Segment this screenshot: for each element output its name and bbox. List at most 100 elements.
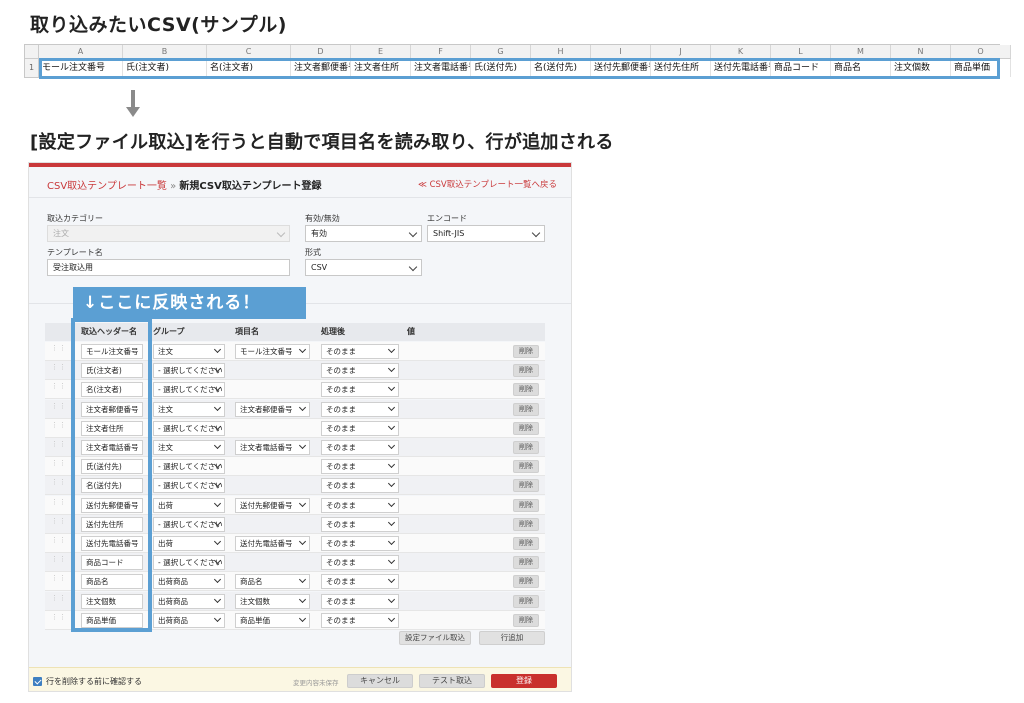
item-select[interactable]: 注文者郵便番号 [235, 401, 310, 417]
item-select[interactable]: 注文者電話番号 [235, 440, 310, 455]
drag-handle-icon[interactable]: ⋮⋮ [51, 460, 66, 471]
chevron-down-icon [213, 345, 222, 354]
delete-row-button[interactable]: 削除 [513, 575, 539, 589]
enabled-select[interactable]: 有効 [305, 225, 422, 242]
breadcrumb-separator: » [170, 181, 177, 192]
item-select[interactable]: 商品名 [235, 574, 310, 590]
sheet-column-header: I [591, 45, 651, 59]
process-select[interactable]: そのまま [321, 344, 399, 359]
template-name-label: テンプレート名 [47, 248, 103, 257]
group-select[interactable]: 注文 [153, 440, 225, 455]
group-select[interactable]: - 選択してください [153, 420, 225, 436]
item-select[interactable]: モール注文番号 [235, 344, 310, 359]
process-select[interactable]: そのまま [321, 382, 399, 398]
delete-row-button[interactable]: 削除 [513, 402, 539, 416]
process-select[interactable]: そのまま [321, 536, 399, 551]
import-settings-button[interactable]: 設定ファイル取込 [399, 631, 471, 645]
process-select[interactable]: そのまま [321, 363, 399, 379]
process-select[interactable]: そのまま [321, 497, 399, 513]
delete-row-button[interactable]: 削除 [513, 613, 539, 627]
drag-handle-icon[interactable]: ⋮⋮ [51, 594, 66, 606]
register-button[interactable]: 登録 [491, 674, 557, 688]
drag-handle-icon[interactable]: ⋮⋮ [51, 479, 66, 490]
drag-handle-icon[interactable]: ⋮⋮ [51, 537, 66, 548]
group-select-value: - 選択してください [158, 519, 223, 529]
delete-row-button[interactable]: 削除 [513, 594, 539, 608]
drag-handle-icon[interactable]: ⋮⋮ [51, 498, 66, 510]
sheet-column-header: M [831, 45, 891, 59]
template-name-input[interactable]: 受注取込用 [47, 259, 290, 276]
process-select[interactable]: そのまま [321, 478, 399, 494]
group-select-value: 出荷商品 [158, 577, 188, 587]
delete-row-button[interactable]: 削除 [513, 498, 539, 512]
group-select[interactable]: 出荷商品 [153, 574, 225, 590]
breadcrumb-link-template-list[interactable]: CSV取込テンプレート一覧 [47, 181, 167, 192]
group-select[interactable]: - 選択してください [153, 459, 225, 475]
delete-row-button[interactable]: 削除 [513, 383, 539, 397]
process-select[interactable]: そのまま [321, 574, 399, 590]
group-select[interactable]: 出荷 [153, 497, 225, 513]
process-select[interactable]: そのまま [321, 612, 399, 628]
drag-handle-icon[interactable]: ⋮⋮ [51, 575, 66, 586]
heading-explanation: [設定ファイル取込]を行うと自動で項目名を読み取り、行が追加される [30, 132, 614, 153]
group-select[interactable]: - 選択してください [153, 555, 225, 571]
delete-row-button[interactable]: 削除 [513, 479, 539, 493]
drag-handle-icon[interactable]: ⋮⋮ [51, 345, 66, 356]
confirm-delete-checkbox[interactable] [33, 677, 42, 686]
process-select[interactable]: そのまま [321, 555, 399, 571]
sheet-column-header: O [951, 45, 1011, 59]
chevron-down-icon [387, 614, 396, 622]
group-select[interactable]: - 選択してください [153, 478, 225, 494]
drag-handle-icon[interactable]: ⋮⋮ [51, 421, 66, 433]
process-select[interactable]: そのまま [321, 516, 399, 532]
item-select[interactable]: 注文個数 [235, 593, 310, 609]
group-select[interactable]: - 選択してください [153, 382, 225, 398]
delete-row-button[interactable]: 削除 [513, 345, 539, 358]
process-select[interactable]: そのまま [321, 459, 399, 475]
drag-handle-icon[interactable]: ⋮⋮ [51, 556, 66, 567]
process-select-value: そのまま [326, 462, 356, 472]
process-select[interactable]: そのまま [321, 440, 399, 455]
format-select[interactable]: CSV [305, 259, 422, 276]
group-select[interactable]: 注文 [153, 344, 225, 359]
test-import-button[interactable]: テスト取込 [419, 674, 485, 688]
drag-handle-icon[interactable]: ⋮⋮ [51, 364, 66, 375]
delete-row-button[interactable]: 削除 [513, 364, 539, 378]
item-select[interactable]: 商品単価 [235, 612, 310, 628]
callout-label: ↓ここに反映される！ [73, 287, 306, 319]
group-select[interactable]: 注文 [153, 401, 225, 417]
item-select[interactable]: 送付先郵便番号 [235, 497, 310, 513]
drag-handle-icon[interactable]: ⋮⋮ [51, 613, 66, 625]
drag-handle-icon[interactable]: ⋮⋮ [51, 441, 66, 452]
group-select[interactable]: - 選択してください [153, 363, 225, 379]
group-select[interactable]: 出荷商品 [153, 612, 225, 628]
drag-handle-icon[interactable]: ⋮⋮ [51, 383, 66, 394]
group-select[interactable]: - 選択してください [153, 516, 225, 532]
delete-row-button[interactable]: 削除 [513, 537, 539, 550]
delete-row-button[interactable]: 削除 [513, 460, 539, 474]
drag-handle-icon[interactable]: ⋮⋮ [51, 402, 66, 414]
add-row-button[interactable]: 行追加 [479, 631, 545, 645]
encode-select[interactable]: Shift-JIS [427, 225, 545, 242]
delete-row-button[interactable]: 削除 [513, 556, 539, 570]
back-to-list-link[interactable]: ≪ CSV取込テンプレート一覧へ戻る [418, 178, 557, 190]
drag-handle-icon[interactable]: ⋮⋮ [51, 517, 66, 529]
group-select[interactable]: 出荷商品 [153, 593, 225, 609]
item-select[interactable]: 送付先電話番号 [235, 536, 310, 551]
delete-row-button[interactable]: 削除 [513, 517, 539, 531]
chevron-down-icon [531, 228, 541, 238]
delete-row-button[interactable]: 削除 [513, 441, 539, 454]
format-label: 形式 [305, 248, 321, 257]
cancel-button[interactable]: キャンセル [347, 674, 413, 688]
accent-bar [29, 163, 571, 167]
process-select-value: そのまま [326, 596, 356, 606]
process-select[interactable]: そのまま [321, 420, 399, 436]
process-select[interactable]: そのまま [321, 401, 399, 417]
process-select[interactable]: そのまま [321, 593, 399, 609]
group-select-value: 出荷 [158, 539, 173, 548]
delete-row-button[interactable]: 削除 [513, 421, 539, 435]
chevron-down-icon [213, 499, 222, 507]
chevron-down-icon [408, 262, 418, 272]
group-select[interactable]: 出荷 [153, 536, 225, 551]
unsaved-status: 変更内容未保存 [293, 679, 339, 687]
